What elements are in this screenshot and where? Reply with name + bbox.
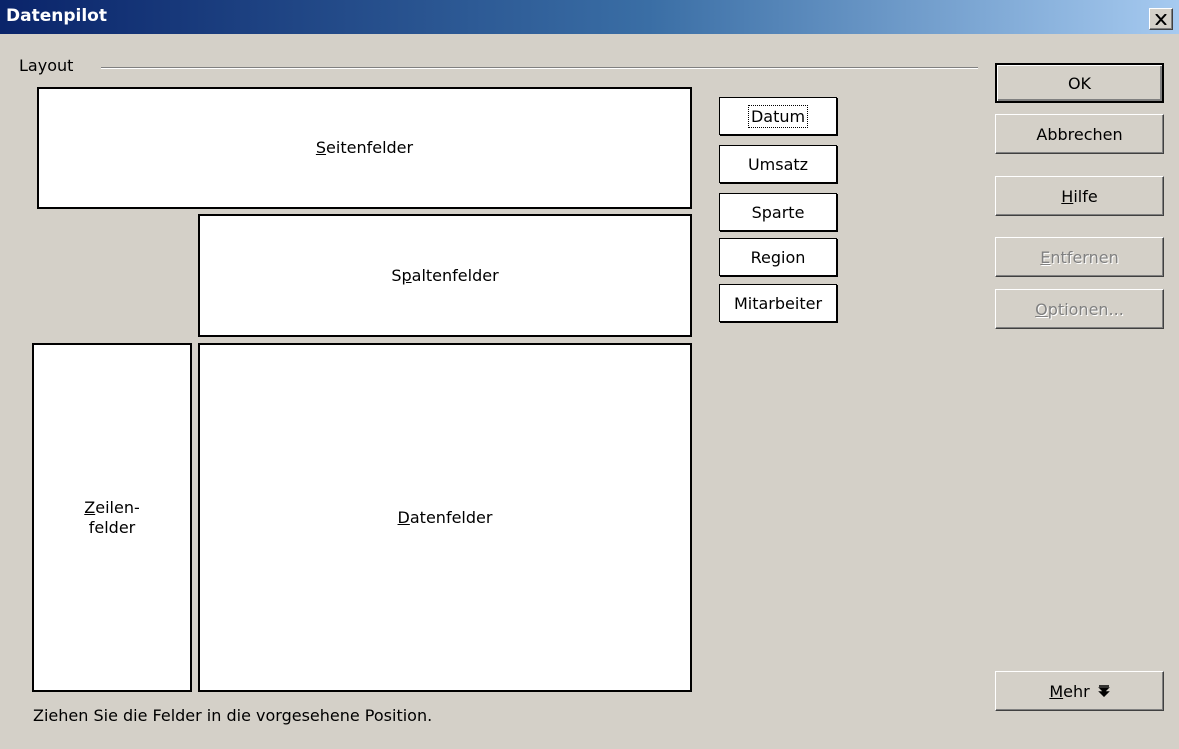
ok-button-label: OK — [1067, 73, 1092, 93]
help-button-label: Hilfe — [1061, 186, 1098, 206]
ok-button[interactable]: OK — [995, 63, 1164, 103]
field-button-mitarbeiter[interactable]: Mitarbeiter — [719, 284, 837, 322]
more-button-label: Mehr — [1049, 681, 1090, 701]
field-button-label: Datum — [747, 104, 809, 128]
window-title: Datenpilot — [6, 6, 107, 26]
close-icon — [1155, 13, 1167, 25]
more-button[interactable]: Mehr — [995, 671, 1164, 711]
row-fields-area[interactable]: Zeilen- felder — [32, 343, 192, 692]
options-button[interactable]: Optionen... — [995, 289, 1164, 329]
remove-button-label: Entfernen — [1040, 247, 1119, 267]
field-button-label: Mitarbeiter — [733, 293, 823, 313]
data-fields-area[interactable]: Datenfelder — [198, 343, 692, 692]
options-button-label: Optionen... — [1035, 299, 1124, 319]
column-fields-label: Spaltenfelder — [391, 265, 499, 285]
field-button-label: Sparte — [751, 202, 805, 222]
drag-hint-text: Ziehen Sie die Felder in die vorgesehene… — [33, 706, 433, 725]
cancel-button-label: Abbrechen — [1036, 124, 1123, 144]
layout-group-label: Layout — [19, 56, 74, 75]
field-button-sparte[interactable]: Sparte — [719, 193, 837, 231]
close-button[interactable] — [1149, 8, 1173, 30]
remove-button[interactable]: Entfernen — [995, 237, 1164, 277]
field-button-datum[interactable]: Datum — [719, 97, 837, 135]
field-button-label: Umsatz — [747, 154, 809, 174]
field-button-umsatz[interactable]: Umsatz — [719, 145, 837, 183]
page-fields-label: Seitenfelder — [315, 138, 414, 158]
field-button-label: Region — [750, 247, 806, 267]
page-fields-area[interactable]: Seitenfelder — [37, 87, 692, 209]
title-bar: Datenpilot — [0, 0, 1179, 34]
field-button-region[interactable]: Region — [719, 238, 837, 276]
data-fields-label: Datenfelder — [397, 507, 493, 527]
help-button[interactable]: Hilfe — [995, 176, 1164, 216]
column-fields-area[interactable]: Spaltenfelder — [198, 214, 692, 337]
layout-group-divider — [101, 67, 978, 69]
cancel-button[interactable]: Abbrechen — [995, 114, 1164, 154]
double-chevron-down-icon — [1097, 685, 1110, 697]
row-fields-label: Zeilen- felder — [84, 498, 140, 537]
